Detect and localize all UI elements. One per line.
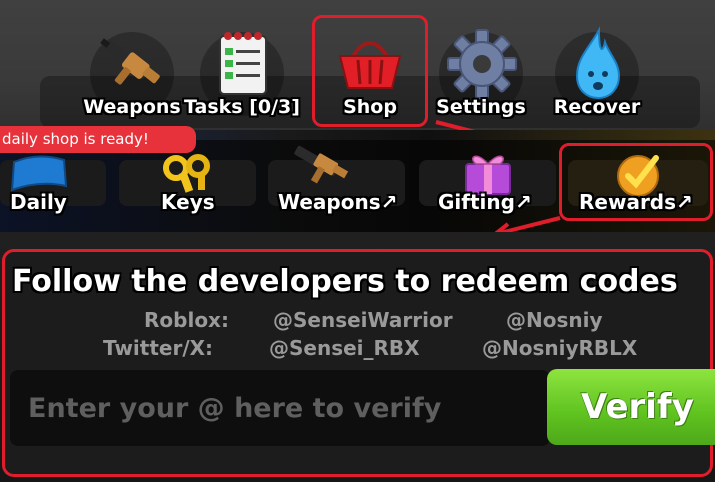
twitter-handle: @NosniyRBLX — [482, 336, 638, 360]
codes-panel-title: Follow the developers to redeem codes — [12, 264, 678, 299]
twitter-label: Twitter/X: — [103, 336, 214, 360]
roblox-label: Roblox: — [144, 308, 229, 332]
verify-button[interactable]: Verify — [547, 369, 715, 445]
twitter-handle: @Sensei_RBX — [269, 336, 420, 360]
roblox-handle: @SenseiWarrior — [273, 308, 453, 332]
roblox-handle: @Nosniy — [506, 308, 603, 332]
verify-handle-input[interactable] — [28, 386, 528, 430]
